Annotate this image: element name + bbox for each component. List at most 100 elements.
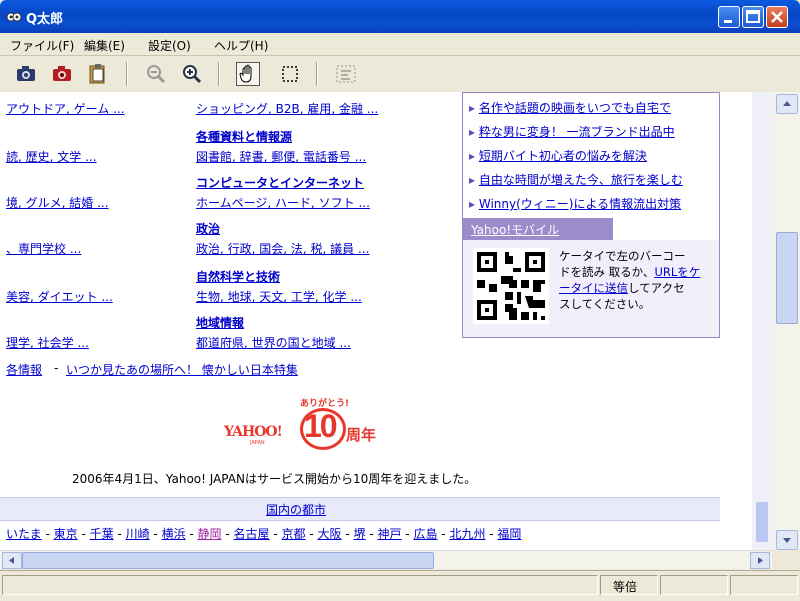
send-url-link[interactable]: ータイに送信 xyxy=(559,281,628,295)
menu-bar: ファイル(F) 編集(E) 設定(O) ヘルプ(H) xyxy=(0,33,800,56)
bullet-icon: ▸ xyxy=(469,197,476,211)
menu-file[interactable]: ファイル(F) xyxy=(10,37,74,54)
arrow-right-icon xyxy=(758,557,763,564)
left-link-row[interactable]: アウトドア, ゲーム ... xyxy=(6,100,125,117)
promo-panel: ▸ 名作や話題の映画をいつでも自宅で ▸ 粋な男に変身！ 一流ブランド出品中 ▸… xyxy=(462,92,720,338)
promo-item[interactable]: ▸ Winny(ウィニー)による情報流出対策 xyxy=(469,195,681,212)
city-link[interactable]: いたま xyxy=(6,527,42,541)
minimize-icon xyxy=(724,20,732,23)
zoom-in-icon xyxy=(183,65,202,84)
category-computer[interactable]: コンピュータとインターネット xyxy=(196,174,364,191)
category-region[interactable]: 地域情報 xyxy=(196,314,244,331)
text-select-icon xyxy=(336,65,356,83)
city-link[interactable]: 名古屋 xyxy=(234,527,270,541)
app-icon xyxy=(6,12,22,22)
city-link[interactable]: 川崎 xyxy=(126,527,150,541)
qr-code-icon xyxy=(473,248,549,324)
left-link-row[interactable]: 境, グルメ, 結婚 ... xyxy=(6,194,109,211)
text-capture-button[interactable] xyxy=(334,62,358,86)
promo-item[interactable]: ▸ 名作や話題の映画をいつでも自宅で xyxy=(469,99,671,116)
category-politics[interactable]: 政治 xyxy=(196,220,220,237)
bullet-icon: ▸ xyxy=(469,173,476,187)
cities-header-label[interactable]: 国内の都市 xyxy=(266,501,326,518)
city-link[interactable]: 京都 xyxy=(282,527,306,541)
scroll-up-button[interactable] xyxy=(776,94,798,114)
mobile-text: スしてください。 xyxy=(559,297,651,311)
city-link[interactable]: 堺 xyxy=(353,527,365,541)
status-bar: 等倍 xyxy=(0,570,800,601)
city-link[interactable]: 福岡 xyxy=(497,527,521,541)
mobile-text: してアクセ xyxy=(628,281,685,295)
left-link-row[interactable]: 美容, ダイエット ... xyxy=(6,288,113,305)
close-button[interactable] xyxy=(766,6,788,28)
send-url-link[interactable]: URLをケ xyxy=(654,265,700,279)
politics-links[interactable]: 政治, 行政, 国会, 法, 税, 議員 ... xyxy=(196,240,369,257)
vertical-scrollbar[interactable] xyxy=(772,92,800,550)
region-links[interactable]: 都道府県, 世界の国と地域 ... xyxy=(196,334,351,351)
left-link-row[interactable]: 、専門学校 ... xyxy=(6,240,81,257)
clipboard-button[interactable] xyxy=(86,62,110,86)
mobile-text: ドを読み 取るか、 xyxy=(559,265,655,279)
page-inner-scrollbar[interactable] xyxy=(752,92,772,550)
scroll-down-button[interactable] xyxy=(776,530,798,550)
menu-help[interactable]: ヘルプ(H) xyxy=(214,37,268,54)
close-icon xyxy=(771,11,783,23)
mobile-header-label[interactable]: Yahoo!モバイル xyxy=(471,221,559,238)
hscroll-thumb[interactable] xyxy=(22,552,434,569)
arrow-down-icon xyxy=(783,538,791,543)
menu-edit[interactable]: 編集(E) xyxy=(84,37,125,54)
city-link[interactable]: 北九州 xyxy=(449,527,485,541)
mobile-header[interactable]: Yahoo!モバイル xyxy=(463,218,613,240)
inner-scroll-thumb[interactable] xyxy=(756,502,768,542)
capture-red-button[interactable] xyxy=(50,62,74,86)
city-link[interactable]: 広島 xyxy=(413,527,437,541)
logo-brand-sub: JAPAN xyxy=(250,440,265,446)
zoom-in-button[interactable] xyxy=(180,62,204,86)
city-link[interactable]: 千葉 xyxy=(90,527,114,541)
category-science[interactable]: 自然科学と技術 xyxy=(196,268,280,285)
anniversary-message: 2006年4月1日、Yahoo! JAPANはサービス開始から10周年を迎えまし… xyxy=(72,472,477,486)
zoom-out-button[interactable] xyxy=(144,62,168,86)
zoom-status-cell: 等倍 xyxy=(600,575,658,595)
capture-button[interactable] xyxy=(14,62,38,86)
menu-settings[interactable]: 設定(O) xyxy=(148,37,191,54)
scroll-thumb[interactable] xyxy=(776,232,798,324)
maximize-button[interactable] xyxy=(742,6,764,28)
promo-item[interactable]: ▸ 粋な男に変身！ 一流ブランド出品中 xyxy=(469,123,675,140)
city-link-visited[interactable]: 静岡 xyxy=(198,527,222,541)
scroll-right-button[interactable] xyxy=(750,552,770,569)
feature-separator: - xyxy=(54,361,59,375)
city-link[interactable]: 神戸 xyxy=(377,527,401,541)
promo-item[interactable]: ▸ 短期バイト初心者の悩みを解決 xyxy=(469,147,647,164)
left-link-row[interactable]: 読, 歴史, 文学 ... xyxy=(6,148,97,165)
left-link-row[interactable]: 理学, 社会学 ... xyxy=(6,334,89,351)
minimize-button[interactable] xyxy=(718,6,740,28)
select-tool-button[interactable] xyxy=(278,62,302,86)
hand-tool-button[interactable] xyxy=(236,62,260,86)
status-cell xyxy=(730,575,798,595)
toolbar xyxy=(0,56,800,93)
bullet-icon: ▸ xyxy=(469,149,476,163)
status-message-cell xyxy=(2,575,598,595)
selection-rect-icon xyxy=(282,66,298,82)
shopping-links[interactable]: ショッピング, B2B, 雇用, 金融 ... xyxy=(196,100,378,117)
anniversary-logo[interactable]: ありがとう! YAHOO! JAPAN 10 周年 xyxy=(222,394,402,454)
category-reference[interactable]: 各種資料と情報源 xyxy=(196,128,292,145)
horizontal-scrollbar[interactable] xyxy=(0,550,772,569)
city-link[interactable]: 横浜 xyxy=(162,527,186,541)
logo-number: 10 xyxy=(304,408,338,444)
computer-links[interactable]: ホームページ, ハード, ソフト ... xyxy=(196,194,370,211)
promo-item[interactable]: ▸ 自由な時間が増えた今、旅行を楽しむ xyxy=(469,171,683,188)
city-link[interactable]: 大阪 xyxy=(318,527,342,541)
arrow-up-icon xyxy=(783,101,791,106)
toolbar-separator xyxy=(126,62,128,86)
feature-link[interactable]: いつか見たあの場所へ！ 懐かしい日本特集 xyxy=(66,361,298,378)
title-bar[interactable]: Q太郎 xyxy=(0,0,800,33)
page-viewport[interactable]: アウトドア, ゲーム ... 読, 歴史, 文学 ... 境, グルメ, 結婚 … xyxy=(0,92,772,550)
reference-links[interactable]: 図書館, 辞書, 郵便, 電話番号 ... xyxy=(196,148,366,165)
science-links[interactable]: 生物, 地球, 天文, 工学, 化学 ... xyxy=(196,288,362,305)
feature-prefix-link[interactable]: 各情報 xyxy=(6,361,42,378)
window-title: Q太郎 xyxy=(26,12,64,27)
scroll-left-button[interactable] xyxy=(2,552,22,569)
city-link[interactable]: 東京 xyxy=(54,527,78,541)
